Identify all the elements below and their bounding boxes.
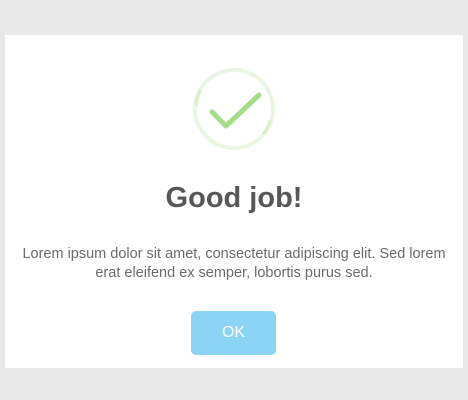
alert-dialog: Good job! Lorem ipsum dolor sit amet, co… <box>5 35 463 368</box>
success-check-icon <box>192 65 276 153</box>
ok-button[interactable]: OK <box>191 311 276 355</box>
dialog-title: Good job! <box>165 182 303 214</box>
dialog-message: Lorem ipsum dolor sit amet, consectetur … <box>22 246 446 281</box>
